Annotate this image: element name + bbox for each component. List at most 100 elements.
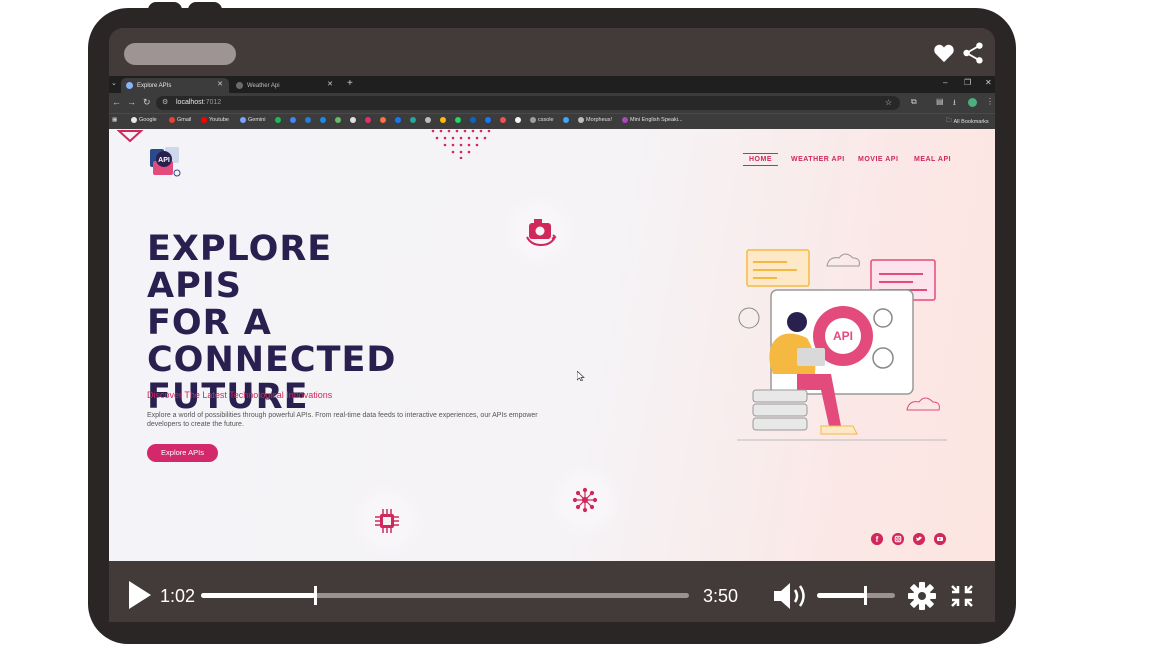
bookmark-x-icon[interactable] (350, 117, 356, 123)
bookmark-gmail[interactable]: Gmail (169, 117, 191, 123)
seek-handle[interactable] (313, 586, 317, 605)
bookmark-facebook-icon[interactable] (395, 117, 401, 123)
float-circle (547, 463, 623, 539)
close-window-icon[interactable]: ✕ (985, 78, 992, 87)
minimize-icon[interactable]: – (943, 78, 947, 87)
nav-movie-api[interactable]: MOVIE API (858, 156, 898, 163)
hero-title-line: CONNECTED (147, 340, 397, 380)
seek-bar[interactable] (201, 586, 689, 605)
download-icon[interactable]: ⭳ (953, 97, 956, 111)
address-bar: ← → ↻ ⚙ localhost:7012 ☆ ⧉ ▤ ⭳ ⋮ (109, 93, 995, 113)
mouse-cursor-icon (577, 371, 585, 381)
corner-triangle-decoration (117, 130, 144, 143)
volume-level (817, 593, 866, 598)
site-logo[interactable]: API (147, 145, 185, 179)
float-circle (349, 483, 425, 559)
bookmark-whatsapp-icon[interactable] (455, 117, 461, 123)
folder-icon: 🗀 (946, 118, 952, 124)
hero-subtitle: Discover The Latest Technological Innova… (147, 390, 333, 400)
tab-label: Explore APIs (137, 82, 172, 89)
bookmark-site-icon[interactable] (470, 117, 476, 123)
tab-explore-apis[interactable]: Explore APIs ✕ (121, 78, 229, 93)
tab-favicon-icon (126, 82, 133, 89)
bookmark-youtube[interactable]: Youtube (201, 117, 229, 123)
nav-meal-api[interactable]: MEAL API (914, 156, 951, 163)
bookmark-label: Morpheus! (586, 117, 612, 123)
bookmark-gemini[interactable]: Gemini (240, 117, 265, 123)
dot-triangle-decoration (431, 129, 491, 159)
current-time: 1:02 (160, 586, 196, 606)
camera-rotate-icon (526, 219, 557, 247)
bookmark-site-icon[interactable] (305, 117, 311, 123)
profile-avatar[interactable] (968, 98, 977, 107)
bookmark-label: Gemini (248, 117, 266, 123)
exit-fullscreen-icon[interactable] (950, 584, 974, 608)
close-tab-icon[interactable]: ✕ (217, 80, 223, 88)
site-info-icon[interactable]: ⚙ (162, 96, 168, 110)
facebook-icon[interactable]: f (871, 533, 883, 545)
bookmark-site-icon[interactable] (425, 117, 431, 123)
float-circle (501, 193, 577, 269)
bookmark-label: Mini English Speaki... (630, 117, 683, 123)
logo-text: API (158, 157, 170, 164)
volume-icon[interactable] (772, 581, 810, 611)
twitter-icon[interactable] (913, 533, 925, 545)
bookmark-site-icon[interactable] (380, 117, 386, 123)
api-developer-illustration: API (737, 249, 947, 441)
seek-progress (201, 593, 315, 598)
forward-icon[interactable]: → (127, 97, 136, 107)
bookmark-site-icon[interactable] (290, 117, 296, 123)
bookmark-site-icon[interactable] (335, 117, 341, 123)
play-icon[interactable] (127, 579, 153, 611)
bookmark-mini-english[interactable]: Mini English Speaki... (622, 117, 683, 123)
extensions-icon[interactable]: ⧉ (911, 97, 917, 107)
bookmark-site-icon[interactable] (320, 117, 326, 123)
bookmark-instagram-icon[interactable] (365, 117, 371, 123)
nav-weather-api[interactable]: WEATHER API (791, 156, 845, 163)
new-tab-icon[interactable]: + (347, 78, 353, 89)
bookmark-label: cssole (538, 117, 554, 123)
url-host: localhost (176, 99, 204, 106)
restore-icon[interactable]: ❐ (964, 78, 971, 87)
all-bookmarks[interactable]: 🗀 All Bookmarks (946, 117, 989, 126)
bookmark-site-icon[interactable] (410, 117, 416, 123)
bookmark-label: Google (139, 117, 157, 123)
hero-title-line: FOR A (147, 303, 272, 343)
tab-search-icon[interactable]: ⌄ (111, 79, 117, 87)
video-title-placeholder (124, 43, 236, 65)
cast-icon[interactable]: ▤ (936, 97, 944, 106)
volume-handle[interactable] (864, 586, 868, 605)
menu-icon[interactable]: ⋮ (986, 97, 994, 106)
total-time: 3:50 (703, 586, 739, 606)
bookmarks-bar: ▦ Google Gmail Youtube Gemini cssole Mor… (109, 113, 995, 129)
youtube-icon[interactable] (934, 533, 946, 545)
bookmark-spotify-icon[interactable] (275, 117, 281, 123)
bookmark-github-icon[interactable] (515, 117, 521, 123)
reload-icon[interactable]: ↻ (143, 97, 151, 108)
bookmark-star-icon[interactable]: ☆ (885, 96, 892, 110)
screen-recording: ⌄ Explore APIs ✕ Weather Api ✕ + – ❐ ✕ ←… (109, 76, 995, 561)
network-icon (572, 487, 598, 513)
apps-icon[interactable]: ▦ (112, 117, 117, 123)
gear-icon[interactable] (908, 582, 936, 610)
bookmark-site-icon[interactable] (563, 117, 569, 123)
instagram-icon[interactable] (892, 533, 904, 545)
back-icon[interactable]: ← (112, 97, 121, 107)
volume-slider[interactable] (817, 586, 895, 605)
player-controls (109, 561, 995, 622)
close-tab-icon[interactable]: ✕ (327, 80, 333, 88)
nav-home[interactable]: HOME (743, 153, 778, 166)
share-icon[interactable] (962, 42, 984, 64)
bookmark-cssole[interactable]: cssole (530, 117, 554, 123)
tab-weather-api[interactable]: Weather Api ✕ (231, 78, 339, 93)
bookmark-site-icon[interactable] (500, 117, 506, 123)
bookmark-google[interactable]: Google (131, 117, 157, 123)
explore-apis-button[interactable]: Explore APIs (147, 444, 218, 462)
heart-icon[interactable] (933, 43, 955, 63)
bookmark-site-icon[interactable] (440, 117, 446, 123)
bookmark-morpheus[interactable]: Morpheus! (578, 117, 612, 123)
browser-tab-bar: ⌄ Explore APIs ✕ Weather Api ✕ + – ❐ ✕ (109, 76, 995, 93)
url-field[interactable]: ⚙ localhost:7012 ☆ (156, 96, 900, 110)
bookmark-site-icon[interactable] (485, 117, 491, 123)
web-page: API HOME WEATHER API MOVIE API MEAL API … (109, 129, 995, 561)
